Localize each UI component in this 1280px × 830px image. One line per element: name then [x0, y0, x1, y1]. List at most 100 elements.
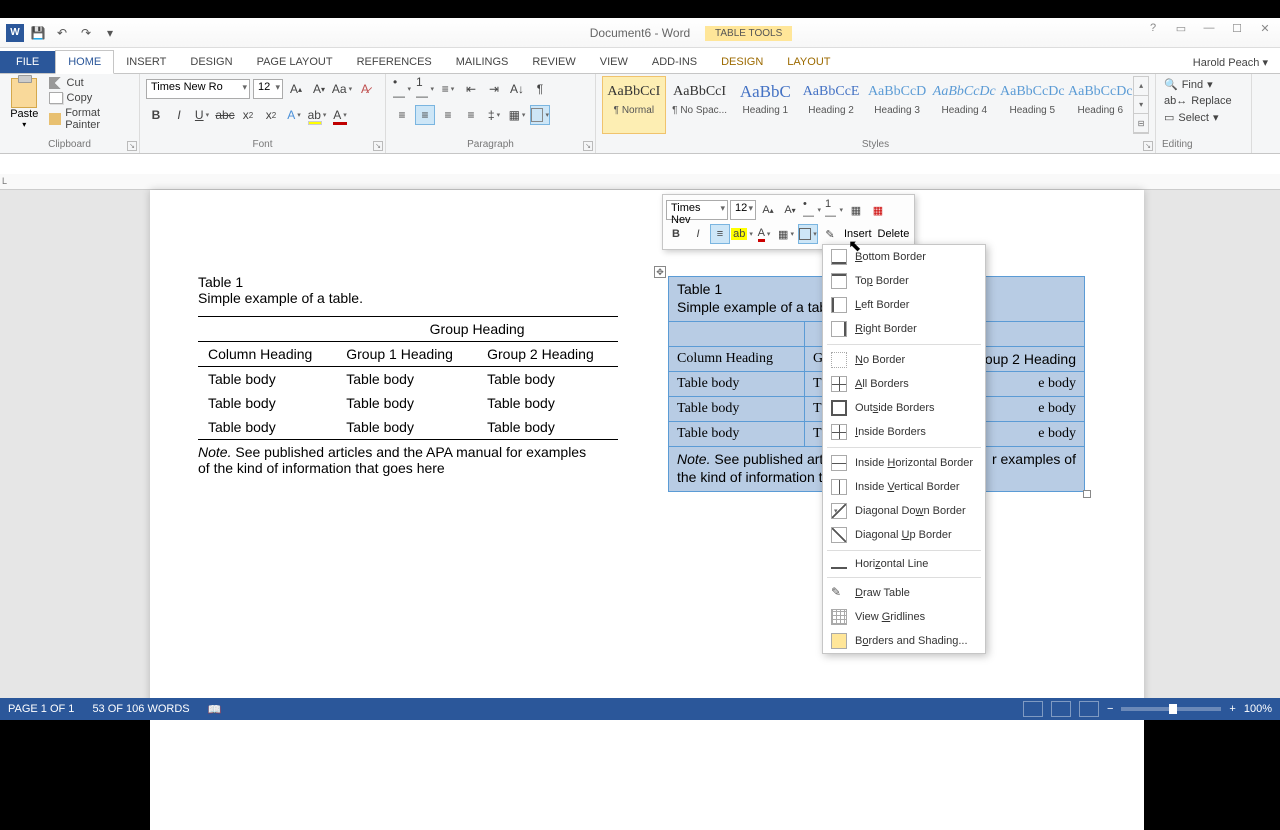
- close-button[interactable]: ✕: [1254, 22, 1276, 35]
- bold-button[interactable]: B: [146, 105, 166, 125]
- line-spacing-button[interactable]: ‡: [484, 105, 504, 125]
- styles-dialog-launcher[interactable]: ↘: [1143, 141, 1153, 151]
- mini-borders-button[interactable]: [798, 224, 818, 244]
- italic-button[interactable]: I: [169, 105, 189, 125]
- align-left-button[interactable]: ≡: [392, 105, 412, 125]
- menu-left-border[interactable]: Left Border: [823, 293, 985, 317]
- mini-table-delete[interactable]: ▦: [868, 200, 888, 220]
- mini-shrink-font[interactable]: A▾: [780, 200, 800, 220]
- menu-diagonal-up[interactable]: Diagonal Up Border: [823, 523, 985, 547]
- mini-table-insert[interactable]: ▦: [846, 200, 866, 220]
- borders-button[interactable]: [530, 105, 550, 125]
- table-move-handle[interactable]: ✥: [654, 266, 666, 278]
- superscript-button[interactable]: x2: [261, 105, 281, 125]
- decrease-indent-button[interactable]: ⇤: [461, 79, 481, 99]
- zoom-out[interactable]: −: [1107, 703, 1113, 715]
- font-size-combo[interactable]: 12: [253, 79, 283, 99]
- menu-horizontal-line[interactable]: Horizontal Line: [823, 554, 985, 574]
- font-color-button[interactable]: A: [330, 105, 350, 125]
- select-button[interactable]: ▭ Select ▾: [1162, 109, 1245, 126]
- show-marks-button[interactable]: ¶: [530, 79, 550, 99]
- menu-view-gridlines[interactable]: View Gridlines: [823, 605, 985, 629]
- find-button[interactable]: 🔍 Find ▾: [1162, 76, 1245, 93]
- numbering-button[interactable]: 1—: [415, 79, 435, 99]
- styles-gallery[interactable]: AaBbCcI¶ Normal AaBbCcI¶ No Spac... AaBb…: [602, 76, 1133, 134]
- tab-home[interactable]: HOME: [55, 50, 114, 74]
- ribbon-display-button[interactable]: ▭: [1170, 22, 1192, 35]
- style-heading1[interactable]: AaBbCHeading 1: [733, 76, 797, 134]
- align-right-button[interactable]: ≡: [438, 105, 458, 125]
- style-no-spacing[interactable]: AaBbCcI¶ No Spac...: [668, 76, 732, 134]
- tab-insert[interactable]: INSERT: [114, 51, 178, 73]
- copy-button[interactable]: Copy: [47, 91, 133, 105]
- mini-delete-label[interactable]: Delete: [876, 228, 912, 240]
- tab-review[interactable]: REVIEW: [520, 51, 587, 73]
- tab-design[interactable]: DESIGN: [178, 51, 244, 73]
- mini-grow-font[interactable]: A▴: [758, 200, 778, 220]
- underline-button[interactable]: U: [192, 105, 212, 125]
- style-heading3[interactable]: AaBbCcDHeading 3: [865, 76, 929, 134]
- user-name[interactable]: Harold Peach ▾: [1181, 52, 1280, 73]
- mini-numbering[interactable]: 1—: [824, 200, 844, 220]
- mini-italic[interactable]: I: [688, 224, 708, 244]
- style-heading5[interactable]: AaBbCcDcHeading 5: [999, 76, 1065, 134]
- maximize-button[interactable]: ☐: [1226, 22, 1248, 35]
- tab-table-layout[interactable]: LAYOUT: [775, 51, 842, 73]
- mini-align-center[interactable]: ≡: [710, 224, 730, 244]
- qat-customize[interactable]: ▾: [100, 23, 120, 43]
- table-resize-handle[interactable]: [1083, 490, 1091, 498]
- shading-button[interactable]: ▦: [507, 105, 527, 125]
- menu-inside-vertical[interactable]: Inside Vertical Border: [823, 475, 985, 499]
- horizontal-ruler[interactable]: L: [0, 174, 1280, 190]
- mini-bold[interactable]: B: [666, 224, 686, 244]
- highlight-button[interactable]: ab: [307, 105, 327, 125]
- subscript-button[interactable]: x2: [238, 105, 258, 125]
- style-heading4[interactable]: AaBbCcDcHeading 4: [931, 76, 997, 134]
- format-painter-button[interactable]: Format Painter: [47, 106, 133, 132]
- menu-draw-table[interactable]: Draw Table: [823, 581, 985, 605]
- status-words[interactable]: 53 OF 106 WORDS: [92, 703, 189, 715]
- help-button[interactable]: ?: [1142, 22, 1164, 35]
- menu-no-border[interactable]: No Border: [823, 348, 985, 372]
- menu-borders-shading[interactable]: Borders and Shading...: [823, 629, 985, 653]
- menu-all-borders[interactable]: All Borders: [823, 372, 985, 396]
- view-web-layout[interactable]: [1079, 701, 1099, 717]
- tab-addins[interactable]: ADD-INS: [640, 51, 709, 73]
- menu-outside-borders[interactable]: Outside Borders: [823, 396, 985, 420]
- tab-view[interactable]: VIEW: [588, 51, 640, 73]
- status-proof-icon[interactable]: 📖: [208, 703, 222, 716]
- style-normal[interactable]: AaBbCcI¶ Normal: [602, 76, 666, 134]
- page[interactable]: Table 1 Simple example of a table. Group…: [150, 190, 1144, 830]
- status-page[interactable]: PAGE 1 OF 1: [8, 703, 74, 715]
- tab-mailings[interactable]: MAILINGS: [444, 51, 521, 73]
- font-dialog-launcher[interactable]: ↘: [373, 141, 383, 151]
- sort-button[interactable]: A↓: [507, 79, 527, 99]
- mini-insert-label[interactable]: Insert: [842, 228, 874, 240]
- change-case-button[interactable]: Aa: [332, 79, 352, 99]
- paragraph-dialog-launcher[interactable]: ↘: [583, 141, 593, 151]
- clipboard-dialog-launcher[interactable]: ↘: [127, 141, 137, 151]
- tab-references[interactable]: REFERENCES: [345, 51, 444, 73]
- mini-font-combo[interactable]: Times Nev: [666, 200, 728, 220]
- tab-file[interactable]: FILE: [0, 51, 55, 73]
- mini-shading[interactable]: ▦: [776, 224, 796, 244]
- cut-button[interactable]: Cut: [47, 76, 133, 90]
- menu-top-border[interactable]: Top Border: [823, 269, 985, 293]
- style-heading6[interactable]: AaBbCcDcHeading 6: [1067, 76, 1133, 134]
- redo-button[interactable]: ↷: [76, 23, 96, 43]
- mini-size-combo[interactable]: 12: [730, 200, 756, 220]
- multilevel-list-button[interactable]: ≡: [438, 79, 458, 99]
- mini-bullets[interactable]: •—: [802, 200, 822, 220]
- tab-table-design[interactable]: DESIGN: [709, 51, 775, 73]
- replace-button[interactable]: ab↔ Replace: [1162, 93, 1245, 109]
- mini-font-color[interactable]: A: [754, 224, 774, 244]
- justify-button[interactable]: ≡: [461, 105, 481, 125]
- strikethrough-button[interactable]: abc: [215, 105, 235, 125]
- view-print-layout[interactable]: [1051, 701, 1071, 717]
- menu-bottom-border[interactable]: Bottom Border: [823, 245, 985, 269]
- clear-formatting-button[interactable]: A̷: [355, 79, 375, 99]
- left-table[interactable]: Group Heading Column HeadingGroup 1 Head…: [198, 316, 618, 440]
- tab-page-layout[interactable]: PAGE LAYOUT: [245, 51, 345, 73]
- increase-indent-button[interactable]: ⇥: [484, 79, 504, 99]
- bullets-button[interactable]: •—: [392, 79, 412, 99]
